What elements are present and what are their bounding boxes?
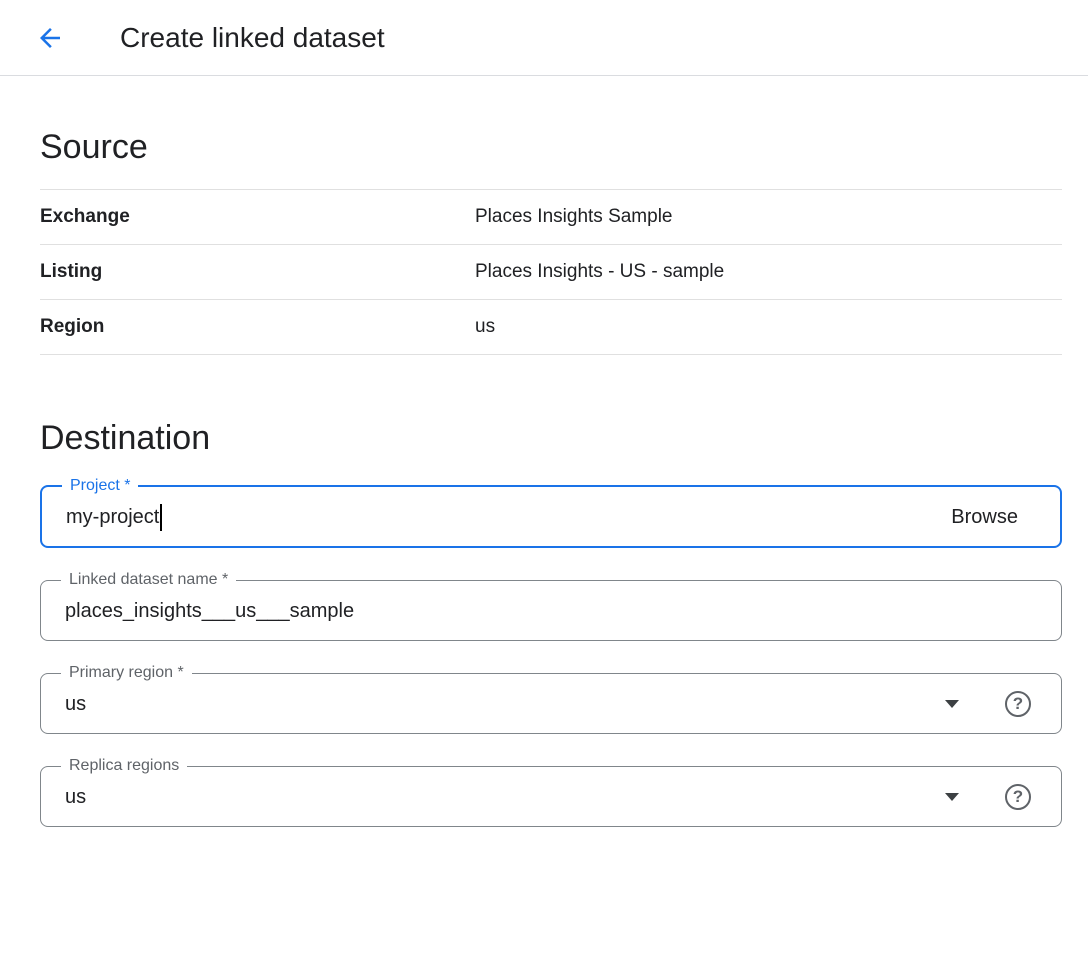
text-cursor bbox=[160, 504, 162, 531]
arrow-back-icon bbox=[35, 23, 65, 53]
exchange-label: Exchange bbox=[40, 206, 475, 228]
dataset-name-input[interactable]: places_insights___us___sample bbox=[65, 600, 354, 623]
info-row-region: Region us bbox=[40, 300, 1062, 355]
info-row-exchange: Exchange Places Insights Sample bbox=[40, 189, 1062, 245]
primary-region-field[interactable]: Primary region * us ? bbox=[40, 665, 1062, 734]
exchange-value: Places Insights Sample bbox=[475, 206, 673, 228]
info-row-listing: Listing Places Insights - US - sample bbox=[40, 245, 1062, 300]
project-input[interactable]: my-project bbox=[66, 506, 159, 529]
back-button[interactable] bbox=[28, 16, 72, 60]
replica-regions-value[interactable]: us bbox=[65, 786, 86, 809]
primary-region-help-icon[interactable]: ? bbox=[1005, 691, 1031, 717]
dataset-name-field-label: Linked dataset name * bbox=[61, 572, 236, 588]
project-field-label: Project * bbox=[62, 478, 138, 494]
replica-regions-field[interactable]: Replica regions us ? bbox=[40, 758, 1062, 827]
region-value: us bbox=[475, 316, 495, 338]
main-content: Source Exchange Places Insights Sample L… bbox=[0, 128, 1088, 827]
primary-region-value[interactable]: us bbox=[65, 693, 86, 716]
destination-heading: Destination bbox=[40, 419, 1062, 458]
page-title: Create linked dataset bbox=[120, 22, 385, 54]
primary-region-field-label: Primary region * bbox=[61, 665, 192, 681]
browse-button[interactable]: Browse bbox=[951, 506, 1036, 529]
listing-value: Places Insights - US - sample bbox=[475, 261, 724, 283]
source-info-table: Exchange Places Insights Sample Listing … bbox=[40, 189, 1062, 355]
project-field[interactable]: Project * my-project Browse bbox=[40, 478, 1062, 548]
dropdown-arrow-icon[interactable] bbox=[945, 700, 959, 708]
replica-regions-field-label: Replica regions bbox=[61, 758, 187, 774]
source-heading: Source bbox=[40, 128, 1062, 167]
listing-label: Listing bbox=[40, 261, 475, 283]
replica-regions-help-icon[interactable]: ? bbox=[1005, 784, 1031, 810]
dropdown-arrow-icon[interactable] bbox=[945, 793, 959, 801]
region-label: Region bbox=[40, 316, 475, 338]
header: Create linked dataset bbox=[0, 0, 1088, 76]
dataset-name-field[interactable]: Linked dataset name * places_insights___… bbox=[40, 572, 1062, 641]
